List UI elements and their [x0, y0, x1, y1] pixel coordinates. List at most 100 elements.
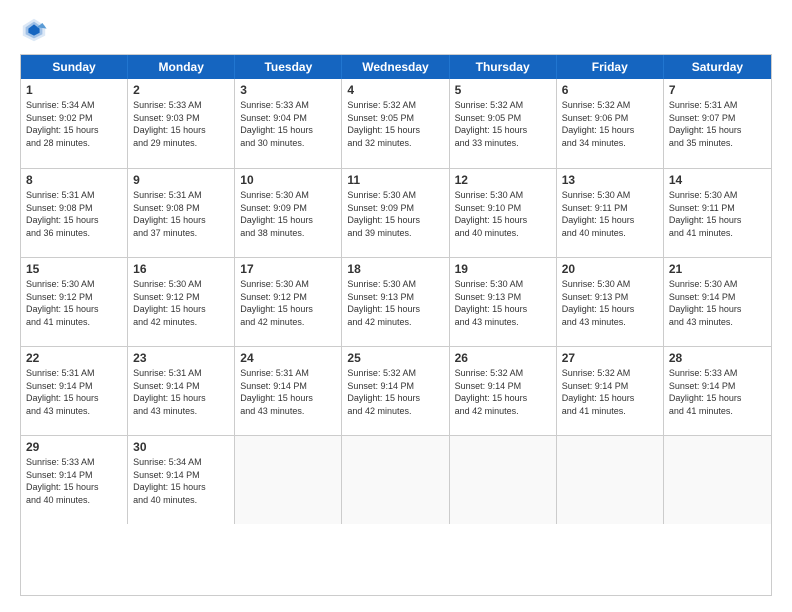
table-row: 10 Sunrise: 5:30 AMSunset: 9:09 PMDayligh… — [235, 169, 342, 257]
day-number: 6 — [562, 83, 658, 97]
table-row: 11 Sunrise: 5:30 AMSunset: 9:09 PMDayligh… — [342, 169, 449, 257]
day-number: 11 — [347, 173, 443, 187]
page: Sunday Monday Tuesday Wednesday Thursday… — [0, 0, 792, 612]
day-info: Sunrise: 5:33 AMSunset: 9:04 PMDaylight:… — [240, 99, 336, 149]
day-number: 28 — [669, 351, 766, 365]
table-row — [342, 436, 449, 524]
table-row: 15 Sunrise: 5:30 AMSunset: 9:12 PMDayligh… — [21, 258, 128, 346]
day-number: 20 — [562, 262, 658, 276]
header-friday: Friday — [557, 55, 664, 79]
day-number: 22 — [26, 351, 122, 365]
day-number: 9 — [133, 173, 229, 187]
table-row: 30 Sunrise: 5:34 AMSunset: 9:14 PMDayligh… — [128, 436, 235, 524]
table-row: 20Sunrise: 5:30 AMSunset: 9:13 PMDayligh… — [557, 258, 664, 346]
table-row: 4 Sunrise: 5:32 AMSunset: 9:05 PMDaylight… — [342, 79, 449, 168]
header-sunday: Sunday — [21, 55, 128, 79]
calendar: Sunday Monday Tuesday Wednesday Thursday… — [20, 54, 772, 596]
day-info: Sunrise: 5:30 AMSunset: 9:09 PMDaylight:… — [240, 189, 336, 239]
table-row: 9 Sunrise: 5:31 AMSunset: 9:08 PMDaylight… — [128, 169, 235, 257]
day-number: 23 — [133, 351, 229, 365]
table-row: 14Sunrise: 5:30 AMSunset: 9:11 PMDayligh… — [664, 169, 771, 257]
day-number: 7 — [669, 83, 766, 97]
table-row — [557, 436, 664, 524]
header-monday: Monday — [128, 55, 235, 79]
day-number: 18 — [347, 262, 443, 276]
day-number: 29 — [26, 440, 122, 454]
day-info: Sunrise: 5:30 AMSunset: 9:11 PMDaylight:… — [562, 189, 658, 239]
day-number: 2 — [133, 83, 229, 97]
table-row — [664, 436, 771, 524]
day-info: Sunrise: 5:30 AMSunset: 9:12 PMDaylight:… — [240, 278, 336, 328]
week-2: 8Sunrise: 5:31 AMSunset: 9:08 PMDaylight… — [21, 168, 771, 257]
day-info: Sunrise: 5:32 AMSunset: 9:05 PMDaylight:… — [347, 99, 443, 149]
table-row — [450, 436, 557, 524]
header-tuesday: Tuesday — [235, 55, 342, 79]
day-number: 25 — [347, 351, 443, 365]
week-1: 1Sunrise: 5:34 AMSunset: 9:02 PMDaylight… — [21, 79, 771, 168]
table-row: 8Sunrise: 5:31 AMSunset: 9:08 PMDaylight… — [21, 169, 128, 257]
day-info: Sunrise: 5:31 AMSunset: 9:07 PMDaylight:… — [669, 99, 766, 149]
day-number: 3 — [240, 83, 336, 97]
day-number: 5 — [455, 83, 551, 97]
table-row: 28 Sunrise: 5:33 AMSunset: 9:14 PMDayligh… — [664, 347, 771, 435]
day-number: 30 — [133, 440, 229, 454]
table-row: 25 Sunrise: 5:32 AMSunset: 9:14 PMDayligh… — [342, 347, 449, 435]
day-info: Sunrise: 5:32 AMSunset: 9:14 PMDaylight:… — [347, 367, 443, 417]
table-row: 22 Sunrise: 5:31 AMSunset: 9:14 PMDayligh… — [21, 347, 128, 435]
week-3: 15 Sunrise: 5:30 AMSunset: 9:12 PMDayligh… — [21, 257, 771, 346]
day-number: 19 — [455, 262, 551, 276]
day-number: 17 — [240, 262, 336, 276]
day-number: 4 — [347, 83, 443, 97]
table-row: 21 Sunrise: 5:30 AMSunset: 9:14 PMDayligh… — [664, 258, 771, 346]
day-info: Sunrise: 5:30 AMSunset: 9:12 PMDaylight:… — [133, 278, 229, 328]
day-info: Sunrise: 5:33 AMSunset: 9:14 PMDaylight:… — [669, 367, 766, 417]
table-row: 6 Sunrise: 5:32 AMSunset: 9:06 PMDaylight… — [557, 79, 664, 168]
table-row: 7 Sunrise: 5:31 AMSunset: 9:07 PMDaylight… — [664, 79, 771, 168]
table-row: 17 Sunrise: 5:30 AMSunset: 9:12 PMDayligh… — [235, 258, 342, 346]
calendar-body: 1Sunrise: 5:34 AMSunset: 9:02 PMDaylight… — [21, 79, 771, 524]
table-row: 24Sunrise: 5:31 AMSunset: 9:14 PMDayligh… — [235, 347, 342, 435]
week-5: 29 Sunrise: 5:33 AMSunset: 9:14 PMDayligh… — [21, 435, 771, 524]
day-number: 16 — [133, 262, 229, 276]
day-info: Sunrise: 5:31 AMSunset: 9:08 PMDaylight:… — [133, 189, 229, 239]
day-number: 27 — [562, 351, 658, 365]
day-number: 10 — [240, 173, 336, 187]
day-number: 12 — [455, 173, 551, 187]
header-saturday: Saturday — [664, 55, 771, 79]
day-info: Sunrise: 5:31 AMSunset: 9:08 PMDaylight:… — [26, 189, 122, 239]
calendar-header: Sunday Monday Tuesday Wednesday Thursday… — [21, 55, 771, 79]
table-row: 19Sunrise: 5:30 AMSunset: 9:13 PMDayligh… — [450, 258, 557, 346]
table-row: 1Sunrise: 5:34 AMSunset: 9:02 PMDaylight… — [21, 79, 128, 168]
day-info: Sunrise: 5:33 AMSunset: 9:03 PMDaylight:… — [133, 99, 229, 149]
table-row: 29 Sunrise: 5:33 AMSunset: 9:14 PMDayligh… — [21, 436, 128, 524]
day-info: Sunrise: 5:30 AMSunset: 9:14 PMDaylight:… — [669, 278, 766, 328]
day-info: Sunrise: 5:32 AMSunset: 9:14 PMDaylight:… — [562, 367, 658, 417]
table-row: 26 Sunrise: 5:32 AMSunset: 9:14 PMDayligh… — [450, 347, 557, 435]
table-row: 13Sunrise: 5:30 AMSunset: 9:11 PMDayligh… — [557, 169, 664, 257]
table-row: 16 Sunrise: 5:30 AMSunset: 9:12 PMDayligh… — [128, 258, 235, 346]
table-row: 3 Sunrise: 5:33 AMSunset: 9:04 PMDaylight… — [235, 79, 342, 168]
table-row: 23Sunrise: 5:31 AMSunset: 9:14 PMDayligh… — [128, 347, 235, 435]
day-info: Sunrise: 5:31 AMSunset: 9:14 PMDaylight:… — [26, 367, 122, 417]
day-info: Sunrise: 5:30 AMSunset: 9:12 PMDaylight:… — [26, 278, 122, 328]
day-info: Sunrise: 5:30 AMSunset: 9:09 PMDaylight:… — [347, 189, 443, 239]
table-row: 27 Sunrise: 5:32 AMSunset: 9:14 PMDayligh… — [557, 347, 664, 435]
header-wednesday: Wednesday — [342, 55, 449, 79]
day-number: 15 — [26, 262, 122, 276]
week-4: 22 Sunrise: 5:31 AMSunset: 9:14 PMDayligh… — [21, 346, 771, 435]
day-number: 14 — [669, 173, 766, 187]
day-number: 24 — [240, 351, 336, 365]
table-row: 2 Sunrise: 5:33 AMSunset: 9:03 PMDaylight… — [128, 79, 235, 168]
header — [20, 16, 772, 44]
table-row: 18Sunrise: 5:30 AMSunset: 9:13 PMDayligh… — [342, 258, 449, 346]
day-number: 1 — [26, 83, 122, 97]
day-number: 21 — [669, 262, 766, 276]
day-info: Sunrise: 5:34 AMSunset: 9:14 PMDaylight:… — [133, 456, 229, 506]
day-info: Sunrise: 5:32 AMSunset: 9:06 PMDaylight:… — [562, 99, 658, 149]
table-row: 5Sunrise: 5:32 AMSunset: 9:05 PMDaylight… — [450, 79, 557, 168]
day-info: Sunrise: 5:32 AMSunset: 9:14 PMDaylight:… — [455, 367, 551, 417]
day-number: 26 — [455, 351, 551, 365]
day-info: Sunrise: 5:30 AMSunset: 9:10 PMDaylight:… — [455, 189, 551, 239]
logo-icon — [20, 16, 48, 44]
day-info: Sunrise: 5:33 AMSunset: 9:14 PMDaylight:… — [26, 456, 122, 506]
